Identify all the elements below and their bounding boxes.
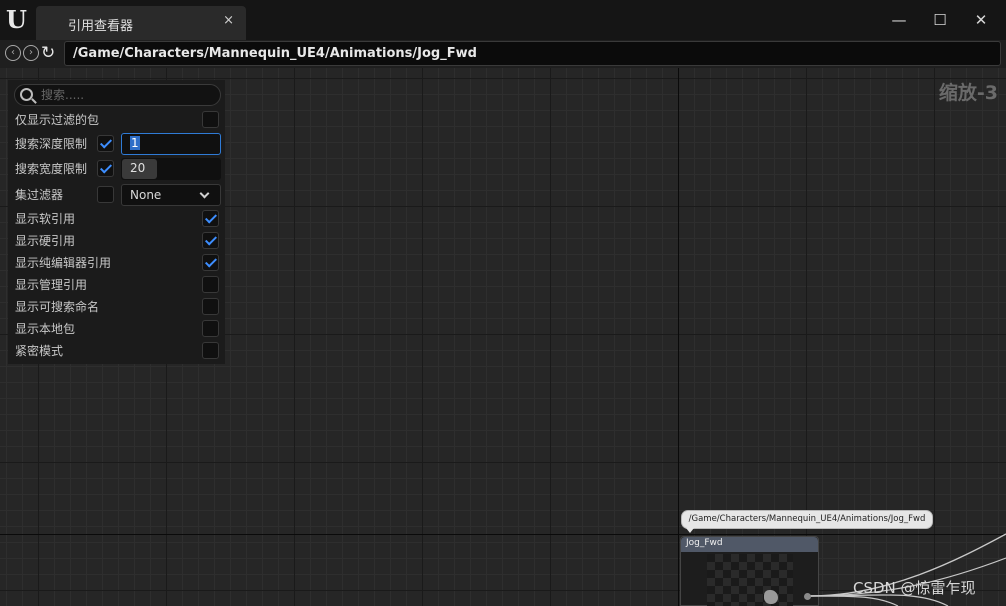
option-label: 显示软引用 — [15, 212, 76, 226]
option-label: 显示可搜索命名 — [15, 300, 100, 314]
unreal-logo-icon: U — [6, 5, 27, 34]
mannequin-icon — [764, 590, 778, 604]
node-path-tooltip: /Game/Characters/Mannequin_UE4/Animation… — [681, 510, 933, 533]
search-box[interactable] — [14, 84, 221, 106]
node-title: Jog_Fwd — [686, 538, 723, 548]
show-management-refs-checkbox[interactable] — [202, 276, 219, 293]
graph-origin-vertical — [678, 68, 679, 606]
row-breadth-limit: 搜索宽度限制 20 — [8, 157, 225, 180]
title-bar: U 引用查看器 × — ☐ ✕ — [0, 0, 1006, 40]
asset-node-jog-fwd[interactable]: Jog_Fwd — [680, 536, 819, 606]
chevron-down-icon — [199, 188, 210, 199]
only-filtered-checkbox[interactable] — [202, 111, 219, 128]
refresh-icon[interactable]: ↻ — [41, 43, 61, 63]
row-show-soft-refs: 显示软引用 — [8, 207, 225, 229]
collection-filter-checkbox[interactable] — [97, 186, 114, 203]
row-collection-filter: 集过滤器 None — [8, 183, 225, 206]
watermark: CSDN @惊雷乍现 — [853, 579, 976, 597]
depth-limit-input[interactable]: 1 — [121, 133, 221, 155]
breadth-limit-value: 20 — [130, 161, 146, 175]
forward-icon[interactable]: › — [23, 45, 39, 61]
node-thumbnail — [707, 554, 793, 606]
only-filtered-label: 仅显示过滤的包 — [15, 113, 100, 127]
tab-close-icon[interactable]: × — [223, 13, 234, 28]
option-label: 显示硬引用 — [15, 234, 76, 248]
collection-filter-label: 集过滤器 — [15, 188, 64, 202]
show-native-packages-checkbox[interactable] — [202, 320, 219, 337]
close-window-button[interactable]: ✕ — [970, 10, 992, 30]
zoom-level-label: 缩放-3 — [938, 82, 998, 104]
tab-label: 引用查看器 — [68, 19, 134, 34]
reference-viewer-settings-panel: 仅显示过滤的包 搜索深度限制 1 搜索宽度限制 20 集过滤器 None 显示软… — [8, 80, 225, 364]
depth-limit-checkbox[interactable] — [97, 135, 114, 152]
show-hard-refs-checkbox[interactable] — [202, 232, 219, 249]
breadth-limit-input[interactable]: 20 — [121, 158, 221, 180]
navigation-bar: ‹ › ↻ /Game/Characters/Mannequin_UE4/Ani… — [0, 40, 1006, 68]
row-show-management-refs: 显示管理引用 — [8, 273, 225, 295]
node-output-pin[interactable] — [804, 593, 811, 600]
show-editor-only-refs-checkbox[interactable] — [202, 254, 219, 271]
depth-limit-label: 搜索深度限制 — [15, 137, 88, 151]
row-depth-limit: 搜索深度限制 1 — [8, 132, 225, 155]
option-label: 显示管理引用 — [15, 278, 88, 292]
asset-path-field[interactable]: /Game/Characters/Mannequin_UE4/Animation… — [64, 41, 1001, 66]
option-label: 显示本地包 — [15, 322, 76, 336]
breadth-limit-label: 搜索宽度限制 — [15, 162, 88, 176]
row-show-hard-refs: 显示硬引用 — [8, 229, 225, 251]
back-icon[interactable]: ‹ — [5, 45, 21, 61]
option-label: 紧密模式 — [15, 344, 64, 358]
compact-mode-checkbox[interactable] — [202, 342, 219, 359]
row-only-filtered: 仅显示过滤的包 — [8, 108, 225, 130]
collection-filter-value: None — [130, 188, 162, 202]
row-compact-mode: 紧密模式 — [8, 339, 225, 361]
minimize-button[interactable]: — — [888, 10, 910, 30]
collection-filter-dropdown[interactable]: None — [121, 184, 221, 206]
row-show-searchable-names: 显示可搜索命名 — [8, 295, 225, 317]
search-icon — [20, 88, 33, 101]
option-label: 显示纯编辑器引用 — [15, 256, 112, 270]
node-header: Jog_Fwd — [681, 537, 818, 552]
search-input[interactable] — [41, 87, 217, 103]
depth-limit-value: 1 — [130, 136, 140, 150]
row-show-native-packages: 显示本地包 — [8, 317, 225, 339]
maximize-button[interactable]: ☐ — [929, 10, 951, 30]
show-soft-refs-checkbox[interactable] — [202, 210, 219, 227]
tab-reference-viewer[interactable]: 引用查看器 × — [36, 6, 246, 40]
row-show-editor-only-refs: 显示纯编辑器引用 — [8, 251, 225, 273]
show-searchable-names-checkbox[interactable] — [202, 298, 219, 315]
breadth-limit-checkbox[interactable] — [97, 160, 114, 177]
